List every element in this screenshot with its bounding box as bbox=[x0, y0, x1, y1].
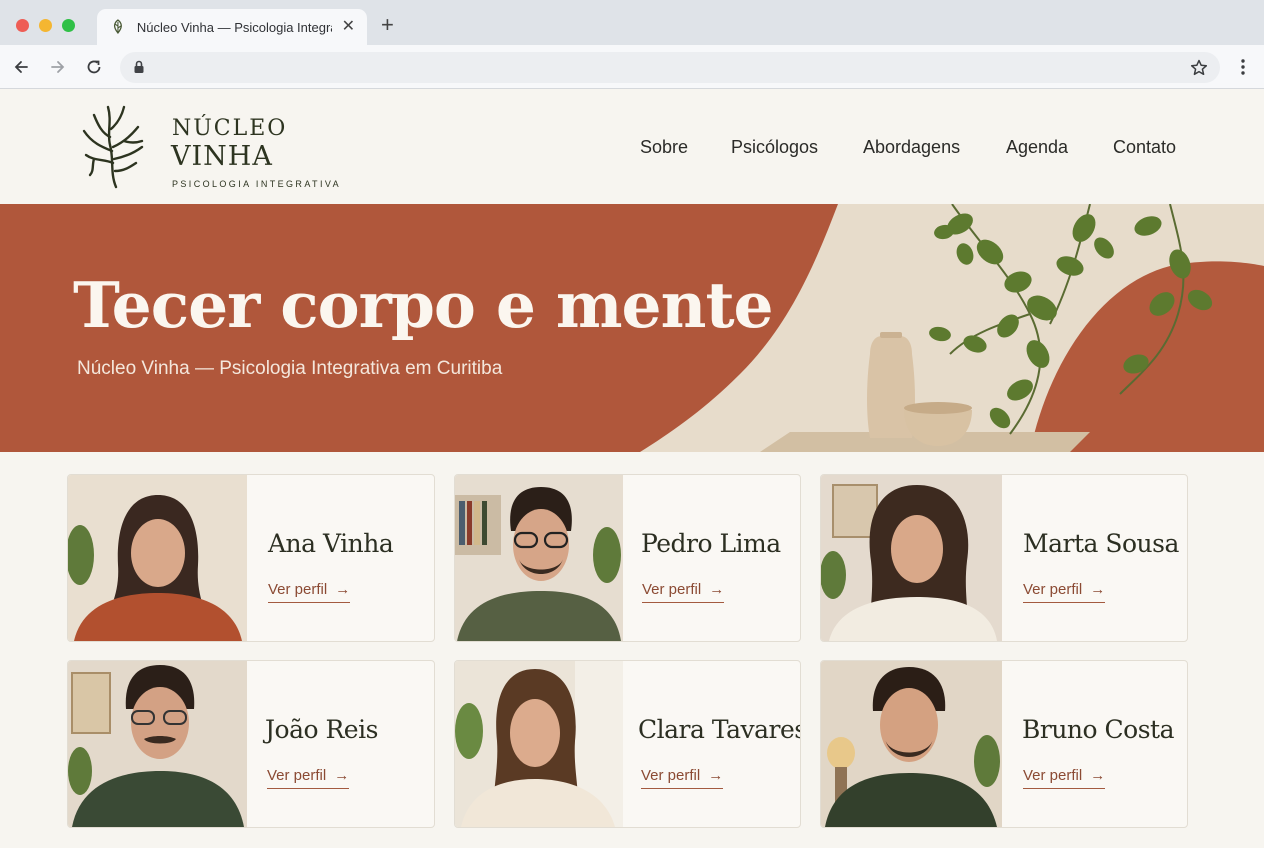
nav-contato[interactable]: Contato bbox=[1113, 137, 1176, 158]
back-icon[interactable] bbox=[10, 56, 32, 78]
hero-subtitle: Núcleo Vinha — Psicologia Integrativa em… bbox=[77, 358, 503, 379]
hero-banner: Tecer corpo e mente Núcleo Vinha — Psico… bbox=[0, 204, 1264, 452]
view-profile-label: Ver perfil bbox=[1023, 581, 1083, 598]
arrow-right-icon: → bbox=[1090, 767, 1106, 784]
arrow-right-icon: → bbox=[334, 767, 350, 784]
browser-menu-icon[interactable] bbox=[1237, 58, 1249, 76]
site-header: NÚCLEO VINHA PSICOLOGIA INTEGRATIVA Sobr… bbox=[0, 89, 1264, 204]
view-profile-label: Ver perfil bbox=[267, 767, 327, 784]
close-tab-icon[interactable]: ✕ bbox=[342, 19, 355, 35]
portrait-photo bbox=[455, 661, 623, 827]
browser-toolbar bbox=[0, 45, 1264, 89]
psychologist-name: Clara Tavares bbox=[638, 715, 801, 744]
view-profile-label: Ver perfil bbox=[1023, 767, 1083, 784]
psychologist-name: Bruno Costa bbox=[1022, 715, 1174, 744]
reload-icon[interactable] bbox=[83, 56, 105, 78]
portrait-photo bbox=[68, 475, 247, 641]
view-profile-link[interactable]: Ver perfil → bbox=[268, 581, 351, 603]
browser-chrome: Núcleo Vinha — Psicologia Integrativa ✕ … bbox=[0, 0, 1264, 89]
lock-icon bbox=[134, 60, 144, 73]
view-profile-label: Ver perfil bbox=[268, 581, 328, 598]
psychologist-card[interactable]: Pedro Lima Ver perfil → bbox=[454, 474, 801, 642]
bookmark-star-icon[interactable] bbox=[1189, 58, 1209, 78]
view-profile-link[interactable]: Ver perfil → bbox=[1023, 581, 1106, 603]
new-tab-icon[interactable]: + bbox=[381, 14, 394, 36]
psychologist-card[interactable]: Marta Sousa Ver perfil → bbox=[820, 474, 1188, 642]
address-bar[interactable] bbox=[120, 52, 1220, 83]
arrow-right-icon: → bbox=[709, 581, 725, 598]
view-profile-label: Ver perfil bbox=[642, 581, 702, 598]
view-profile-label: Ver perfil bbox=[641, 767, 701, 784]
nav-abordagens[interactable]: Abordagens bbox=[863, 137, 960, 158]
psychologist-name: Ana Vinha bbox=[268, 529, 394, 558]
portrait-photo bbox=[68, 661, 247, 827]
logo-tagline: PSICOLOGIA INTEGRATIVA bbox=[172, 179, 341, 189]
logo-wordmark-bottom[interactable]: VINHA bbox=[171, 141, 273, 172]
nav-sobre[interactable]: Sobre bbox=[640, 137, 688, 158]
view-profile-link[interactable]: Ver perfil → bbox=[641, 767, 724, 789]
tab-title: Núcleo Vinha — Psicologia Integrativa bbox=[136, 19, 332, 35]
hero-title: Tecer corpo e mente bbox=[73, 268, 774, 342]
portrait-photo bbox=[821, 661, 1002, 827]
window-controls bbox=[16, 19, 75, 32]
vine-favicon-icon bbox=[113, 19, 122, 34]
psychologist-card[interactable]: João Reis Ver perfil → bbox=[67, 660, 435, 828]
forward-icon[interactable] bbox=[47, 56, 69, 78]
psychologist-card[interactable]: Clara Tavares Ver perfil → bbox=[454, 660, 801, 828]
close-window-button[interactable] bbox=[16, 19, 29, 32]
logo-wordmark-top[interactable]: NÚCLEO bbox=[172, 116, 287, 141]
psychologist-name: João Reis bbox=[265, 715, 378, 744]
portrait-photo bbox=[455, 475, 623, 641]
nav-psicologos[interactable]: Psicólogos bbox=[731, 137, 818, 158]
view-profile-link[interactable]: Ver perfil → bbox=[267, 767, 350, 789]
browser-tab[interactable]: Núcleo Vinha — Psicologia Integrativa ✕ bbox=[97, 9, 367, 45]
psychologist-card[interactable]: Bruno Costa Ver perfil → bbox=[820, 660, 1188, 828]
psychologist-name: Marta Sousa bbox=[1023, 529, 1179, 558]
portrait-photo bbox=[821, 475, 1002, 641]
view-profile-link[interactable]: Ver perfil → bbox=[642, 581, 725, 603]
maximize-window-button[interactable] bbox=[62, 19, 75, 32]
view-profile-link[interactable]: Ver perfil → bbox=[1023, 767, 1106, 789]
arrow-right-icon: → bbox=[708, 767, 724, 784]
arrow-right-icon: → bbox=[335, 581, 351, 598]
psychologist-name: Pedro Lima bbox=[641, 529, 781, 558]
tab-bar: Núcleo Vinha — Psicologia Integrativa ✕ … bbox=[0, 0, 1264, 45]
psychologist-card[interactable]: Ana Vinha Ver perfil → bbox=[67, 474, 435, 642]
arrow-right-icon: → bbox=[1090, 581, 1106, 598]
nav-agenda[interactable]: Agenda bbox=[1006, 137, 1068, 158]
vine-branch-logo-icon[interactable] bbox=[80, 103, 146, 191]
minimize-window-button[interactable] bbox=[39, 19, 52, 32]
